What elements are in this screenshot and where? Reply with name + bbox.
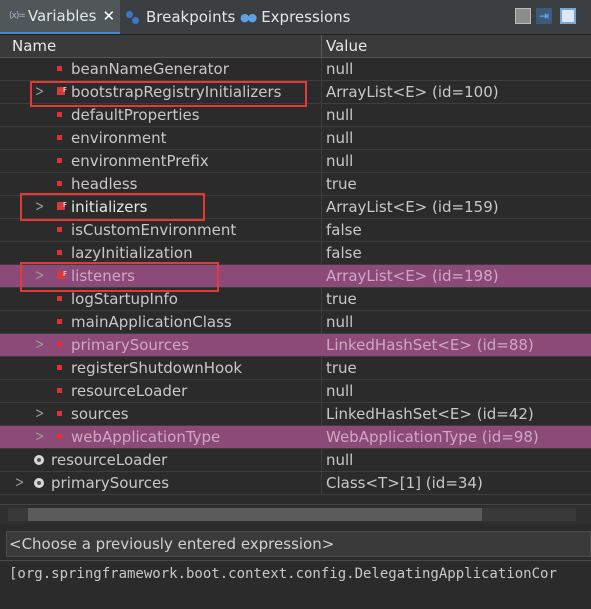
variable-value: ArrayList<E> (id=100) [326, 83, 499, 101]
tab-breakpoints-label: Breakpoints [146, 8, 236, 26]
field-icon [57, 66, 62, 71]
expand-chevron-icon[interactable]: > [35, 422, 44, 453]
variable-value: true [326, 175, 357, 193]
horizontal-scrollbar[interactable] [0, 504, 591, 524]
expand-chevron-icon[interactable]: > [35, 330, 44, 361]
field-icon [57, 342, 62, 347]
variable-name: primarySources [71, 336, 190, 354]
field-icon [57, 250, 62, 255]
variable-value: true [326, 290, 357, 308]
tab-expressions-label: Expressions [261, 8, 351, 26]
expand-chevron-icon[interactable]: > [15, 468, 24, 499]
tree-row[interactable]: > sources LinkedHashSet<E> (id=42) [0, 403, 591, 426]
field-icon [57, 319, 62, 324]
tree-row[interactable]: defaultProperties null [0, 104, 591, 127]
field-icon [57, 296, 62, 301]
expressions-icon: ●● [240, 10, 257, 24]
variable-name: headless [71, 175, 138, 193]
field-icon [57, 135, 62, 140]
static-field-icon [34, 455, 44, 465]
variable-value: WebApplicationType (id=98) [326, 428, 539, 446]
scrollbar-thumb[interactable] [28, 508, 482, 521]
tree-row[interactable]: mainApplicationClass null [0, 311, 591, 334]
view-tab-bar: (x)= Variables ✕ Breakpoints ●● Expressi… [0, 0, 591, 35]
tree-row[interactable]: resourceLoader null [0, 380, 591, 403]
field-icon [57, 112, 62, 117]
variable-name: environment [71, 129, 167, 147]
variable-value: false [326, 221, 362, 239]
tab-expressions[interactable]: ●● Expressions [240, 0, 350, 34]
variable-value: Class<T>[1] (id=34) [326, 474, 483, 492]
close-icon[interactable]: ✕ [102, 7, 115, 25]
tab-variables[interactable]: (x)= Variables ✕ [0, 0, 120, 34]
variable-name: resourceLoader [71, 382, 188, 400]
variable-value: null [326, 106, 354, 124]
variable-name: primarySources [51, 474, 170, 492]
tree-row[interactable]: > primarySources LinkedHashSet<E> (id=88… [0, 334, 591, 357]
variables-icon: (x)= [9, 11, 26, 21]
annotation-box-listeners [20, 262, 219, 292]
column-header-value[interactable]: Value [326, 37, 367, 55]
variable-value: true [326, 359, 357, 377]
variable-value: null [326, 60, 354, 78]
detail-pane[interactable]: [org.springframework.boot.context.config… [0, 560, 591, 609]
tree-row[interactable]: environment null [0, 127, 591, 150]
variable-name: defaultProperties [71, 106, 200, 124]
variable-value: null [326, 313, 354, 331]
variable-value: LinkedHashSet<E> (id=42) [326, 405, 534, 423]
field-icon [57, 411, 62, 416]
variable-value: false [326, 244, 362, 262]
show-type-names-icon[interactable] [515, 8, 531, 24]
variable-value: null [326, 382, 354, 400]
variable-name: mainApplicationClass [71, 313, 232, 331]
variable-value: ArrayList<E> (id=159) [326, 198, 499, 216]
tree-row[interactable]: > webApplicationType WebApplicationType … [0, 426, 591, 449]
tree-row[interactable]: isCustomEnvironment false [0, 219, 591, 242]
variable-name: isCustomEnvironment [71, 221, 237, 239]
expression-input[interactable]: <Choose a previously entered expression> [6, 531, 591, 557]
column-header-name[interactable]: Name [12, 37, 56, 55]
column-divider[interactable] [321, 35, 322, 57]
collapse-all-icon[interactable]: ⇥ [536, 8, 552, 24]
field-icon [57, 158, 62, 163]
field-icon [57, 365, 62, 370]
variable-name: lazyInitialization [71, 244, 193, 262]
annotation-box-bootstrap [30, 81, 307, 107]
variable-value: null [326, 152, 354, 170]
field-icon [57, 434, 62, 439]
tree-row[interactable]: environmentPrefix null [0, 150, 591, 173]
field-icon [57, 181, 62, 186]
variable-value: null [326, 451, 354, 469]
variable-value: null [326, 129, 354, 147]
tree-row[interactable]: registerShutdownHook true [0, 357, 591, 380]
variable-name: webApplicationType [71, 428, 221, 446]
field-icon [57, 388, 62, 393]
annotation-box-initializers [20, 193, 205, 221]
table-header: Name Value [0, 35, 591, 58]
static-field-icon [34, 478, 44, 488]
tab-variables-label: Variables [27, 7, 97, 25]
variable-value: ArrayList<E> (id=198) [326, 267, 499, 285]
tab-breakpoints[interactable]: Breakpoints [126, 0, 235, 34]
tree-row[interactable]: beanNameGenerator null [0, 58, 591, 81]
view-menu-icon[interactable] [560, 8, 576, 24]
variable-name: beanNameGenerator [71, 60, 229, 78]
variable-name: resourceLoader [51, 451, 168, 469]
variable-value: LinkedHashSet<E> (id=88) [326, 336, 534, 354]
breakpoints-icon [126, 10, 141, 24]
variable-name: registerShutdownHook [71, 359, 243, 377]
field-icon [57, 227, 62, 232]
detail-text: [org.springframework.boot.context.config… [9, 566, 557, 582]
tree-row[interactable]: > primarySources Class<T>[1] (id=34) [0, 472, 591, 495]
variable-name: sources [71, 405, 129, 423]
variable-name: environmentPrefix [71, 152, 209, 170]
tree-row[interactable]: resourceLoader null [0, 449, 591, 472]
